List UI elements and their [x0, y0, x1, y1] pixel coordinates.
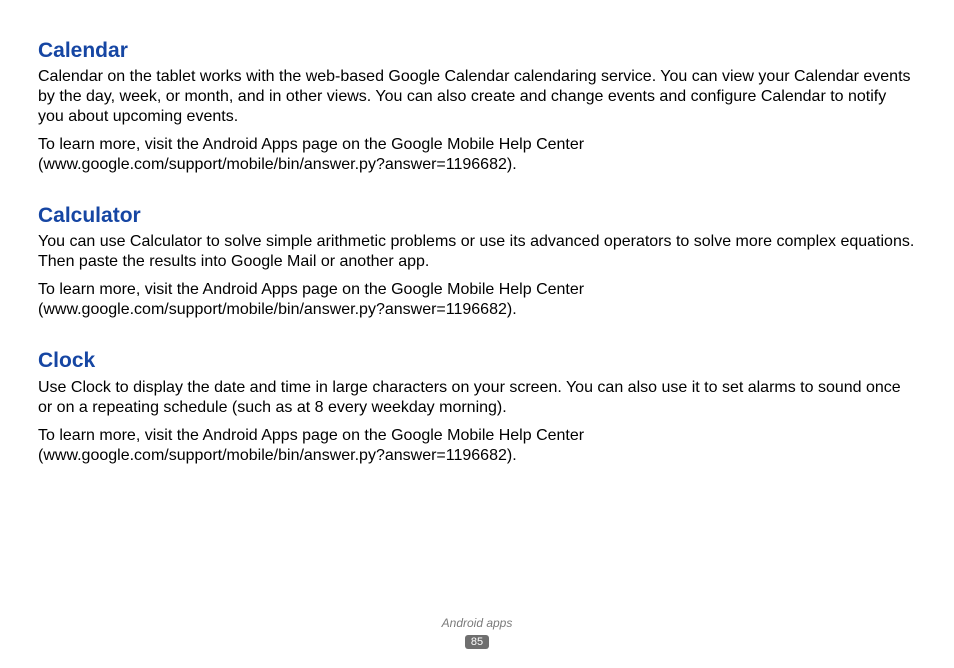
paragraph: To learn more, visit the Android Apps pa… [38, 426, 916, 466]
heading-clock: Clock [38, 348, 916, 373]
paragraph: To learn more, visit the Android Apps pa… [38, 135, 916, 175]
page: Calendar Calendar on the tablet works wi… [0, 0, 954, 668]
footer: Android apps 85 [0, 616, 954, 650]
heading-calculator: Calculator [38, 203, 916, 228]
heading-calendar: Calendar [38, 38, 916, 63]
footer-chapter: Android apps [0, 616, 954, 630]
paragraph: To learn more, visit the Android Apps pa… [38, 280, 916, 320]
paragraph: Use Clock to display the date and time i… [38, 378, 916, 418]
paragraph: Calendar on the tablet works with the we… [38, 67, 916, 127]
page-number-badge: 85 [465, 635, 489, 649]
paragraph: You can use Calculator to solve simple a… [38, 232, 916, 272]
